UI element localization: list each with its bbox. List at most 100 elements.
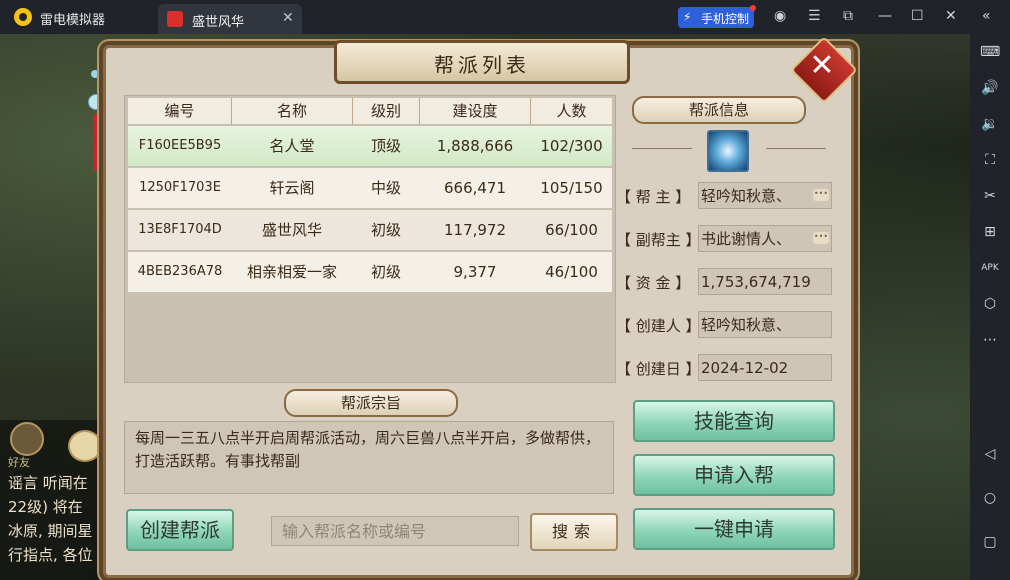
cell-name: 名人堂 (269, 137, 315, 155)
create-guild-button[interactable]: 创建帮派 (126, 509, 234, 551)
divider-right (766, 148, 826, 149)
divider-left (632, 148, 692, 149)
scissors-icon[interactable]: ✂ (980, 186, 1000, 206)
funds-label: 【 资 金 】 (616, 274, 691, 292)
apply-join-button[interactable]: 申请入帮 (633, 454, 835, 496)
search-button[interactable]: 搜索 (530, 513, 618, 551)
created-date-value: 2024-12-02 (698, 354, 832, 381)
cell-level: 顶级 (370, 137, 401, 155)
back-icon[interactable]: ◁ (980, 444, 1000, 464)
vice-leader-name: 书此谢情人、 (701, 230, 792, 248)
table-row[interactable]: 13E8F1704D 盛世风华 初级 117,972 66/100 (128, 210, 612, 250)
volume-up-icon[interactable]: 🔊 (980, 78, 1000, 98)
app-tab[interactable]: 盛世风华 ✕ (158, 4, 302, 34)
menu-icon[interactable]: ☰ (808, 8, 821, 24)
leader-label: 【 帮 主 】 (616, 188, 691, 206)
guild-table: 编号 名称 级别 建设度 人数 F160EE5B95 名人堂 顶级 1,888,… (124, 95, 616, 383)
close-icon[interactable]: ✕ (807, 48, 837, 83)
table-row[interactable]: 1250F1703E 轩云阁 中级 666,471 105/150 (128, 168, 612, 208)
cell-build: 666,471 (443, 179, 507, 197)
emulator-titlebar: 雷电模拟器 盛世风华 ✕ ⚡ 手机控制 ◉ ☰ ⧉ — ☐ ✕ « (0, 0, 1010, 34)
col-header-build: 建设度 (420, 98, 531, 124)
guild-list-panel: 帮派列表 编号 名称 级别 建设度 人数 F160EE5B95 名人堂 顶级 1… (103, 40, 854, 578)
leader-name: 轻吟知秋意、 (701, 187, 792, 205)
guild-purpose-title: 帮派宗旨 (284, 389, 458, 417)
cell-build: 1,888,666 (436, 137, 514, 155)
cell-members: 66/100 (545, 221, 598, 239)
cell-name: 轩云阁 (269, 179, 315, 197)
cell-id: 1250F1703E (139, 180, 221, 195)
guild-info-title: 帮派信息 (632, 96, 806, 124)
cell-build: 9,377 (453, 263, 497, 281)
tab-close-icon[interactable]: ✕ (282, 10, 294, 26)
created-date-label: 【 创建日 】 (616, 360, 701, 378)
emulator-logo-icon (14, 8, 32, 26)
chat-bubble-icon[interactable]: ••• (813, 232, 829, 244)
cell-name: 相亲相爱一家 (246, 263, 337, 281)
game-app-icon (167, 11, 183, 27)
col-header-members: 人数 (531, 98, 612, 124)
vice-leader-label: 【 副帮主 】 (616, 231, 701, 249)
cell-id: 4BEB236A78 (137, 264, 223, 279)
title-plate: 帮派列表 (334, 40, 630, 84)
guild-purpose-text: 每周一三五八点半开启周帮派活动，周六巨兽八点半开启，多做帮供，打造活跃帮。有事找… (124, 421, 614, 494)
quick-apply-button[interactable]: 一键申请 (633, 508, 835, 550)
maximize-icon[interactable]: ☐ (911, 8, 924, 24)
collapse-sidebar-icon[interactable]: « (982, 8, 991, 24)
tab-label: 盛世风华 (192, 15, 245, 30)
cell-members: 102/300 (540, 137, 603, 155)
phone-control-button[interactable]: ⚡ 手机控制 (678, 5, 756, 28)
cell-level: 中级 (370, 179, 401, 197)
search-input[interactable]: 输入帮派名称或编号 (271, 516, 519, 546)
cell-level: 初级 (370, 221, 401, 239)
popout-icon[interactable]: ⧉ (843, 8, 853, 24)
cell-members: 105/150 (540, 179, 603, 197)
emulator-sidebar: ⌨ 🔊 🔉 ⛶ ✂ ⊞ APK ⬡ ⋯ ◁ ○ ▢ (970, 34, 1010, 580)
cell-members: 46/100 (545, 263, 598, 281)
home-icon[interactable]: ○ (980, 488, 1000, 508)
chat-bubble-icon[interactable]: ••• (813, 189, 829, 201)
apk-install-icon[interactable]: APK (980, 258, 1000, 278)
screenshot-icon[interactable]: ⛶ (980, 150, 1000, 170)
recents-icon[interactable]: ▢ (980, 532, 1000, 552)
keyboard-icon[interactable]: ⌨ (980, 42, 1000, 62)
chat-line: 谣言 听闻在 (8, 474, 88, 492)
leader-value: 轻吟知秋意、 ••• (698, 182, 832, 209)
volume-down-icon[interactable]: 🔉 (980, 114, 1000, 134)
phone-control-label: 手机控制 (701, 12, 750, 26)
settings-icon[interactable]: ⬡ (980, 294, 1000, 314)
ornament-charm-icon (88, 70, 104, 170)
funds-value: 1,753,674,719 (698, 268, 832, 295)
chat-friend-label: 好友 (8, 456, 30, 469)
add-window-icon[interactable]: ⊞ (980, 222, 1000, 242)
chat-line: 22级) 将在 (8, 498, 83, 516)
guild-emblem-icon (707, 130, 749, 172)
col-header-id: 编号 (128, 98, 232, 124)
cell-name: 盛世风华 (261, 221, 322, 239)
cell-id: F160EE5B95 (138, 138, 222, 153)
cell-level: 初级 (370, 263, 401, 281)
chat-bubble-icon[interactable] (68, 430, 102, 462)
creator-value: 轻吟知秋意、 (698, 311, 832, 338)
chat-line: 冰原, 期间星 (8, 522, 93, 540)
lightning-icon: ⚡ (683, 10, 692, 24)
vice-leader-value: 书此谢情人、 ••• (698, 225, 832, 252)
chat-panel[interactable]: 好友 谣言 听闻在 22级) 将在 冰原, 期间星 行指点, 各位 (0, 420, 105, 580)
chat-line: 行指点, 各位 (8, 546, 93, 564)
friend-icon[interactable] (10, 422, 44, 456)
panel-title: 帮派列表 (434, 53, 530, 77)
col-header-level: 级别 (353, 98, 420, 124)
skill-query-button[interactable]: 技能查询 (633, 400, 835, 442)
cell-id: 13E8F1704D (138, 222, 222, 237)
notification-dot (750, 5, 756, 11)
account-icon[interactable]: ◉ (774, 8, 786, 24)
more-icon[interactable]: ⋯ (980, 330, 1000, 350)
window-close-icon[interactable]: ✕ (945, 8, 957, 24)
table-row[interactable]: 4BEB236A78 相亲相爱一家 初级 9,377 46/100 (128, 252, 612, 292)
creator-label: 【 创建人 】 (616, 317, 701, 335)
col-header-name: 名称 (232, 98, 353, 124)
minimize-icon[interactable]: — (878, 8, 892, 24)
table-row[interactable]: F160EE5B95 名人堂 顶级 1,888,666 102/300 (128, 126, 612, 166)
emulator-app-name: 雷电模拟器 (40, 13, 106, 28)
cell-build: 117,972 (443, 221, 507, 239)
